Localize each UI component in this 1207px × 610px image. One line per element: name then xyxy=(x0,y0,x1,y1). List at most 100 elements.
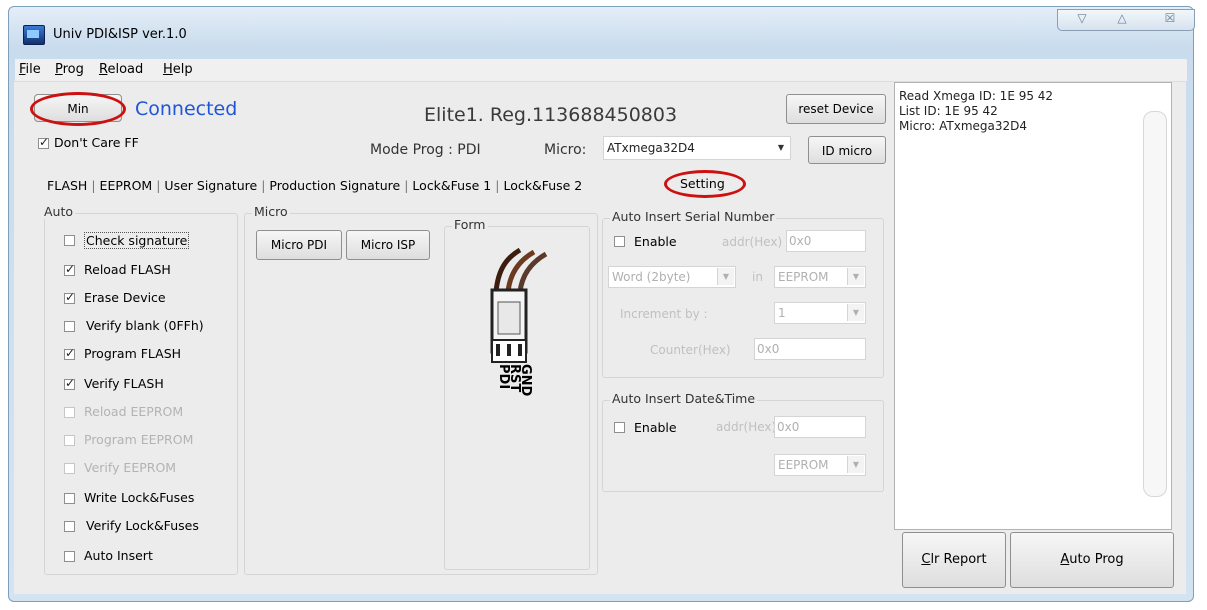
tab-strip: FLASH | EEPROM | User Signature | Production S… xyxy=(47,178,583,193)
auto-option-label: Erase Device xyxy=(84,290,166,305)
auto-option-checkbox xyxy=(64,435,75,446)
chevron-down-icon: ▼ xyxy=(847,456,864,473)
chevron-down-icon: ▼ xyxy=(773,138,789,158)
serial-memory-select[interactable]: EEPROM ▼ xyxy=(774,266,866,288)
counter-label: Counter(Hex) xyxy=(650,343,731,357)
increment-label: Increment by : xyxy=(620,307,708,321)
menu-file[interactable]: File xyxy=(19,62,41,77)
datetime-group xyxy=(602,400,884,492)
close-icon[interactable]: ☒ xyxy=(1150,11,1190,25)
serial-enable-checkbox[interactable] xyxy=(614,236,625,247)
micro-isp-button[interactable]: Micro ISP xyxy=(346,230,430,260)
menu-prog-key: P xyxy=(55,62,63,77)
serial-number-group-label: Auto Insert Serial Number xyxy=(610,209,777,224)
auto-option-checkbox xyxy=(64,407,75,418)
auto-option-checkbox[interactable] xyxy=(64,521,75,532)
auto-option-checkbox[interactable] xyxy=(64,551,75,562)
datetime-enable-label: Enable xyxy=(634,420,677,435)
counter-field[interactable]: 0x0 xyxy=(754,338,866,360)
tab-lock-fuse-2[interactable]: Lock&Fuse 2 xyxy=(503,178,582,193)
micro-select[interactable]: ATxmega32D4 ▼ xyxy=(603,136,791,160)
auto-option-checkbox[interactable] xyxy=(64,262,75,276)
id-micro-button[interactable]: ID micro xyxy=(808,136,886,164)
serial-in-label: in xyxy=(752,270,763,284)
word-size-select[interactable]: Word (2byte) ▼ xyxy=(608,266,736,288)
dont-care-ff-checkbox[interactable] xyxy=(38,135,49,149)
tab-production-signature[interactable]: Production Signature xyxy=(269,178,400,193)
menu-reload[interactable]: Reload xyxy=(99,62,143,77)
menu-bar: File Prog Reload Help xyxy=(15,59,1187,82)
menu-help-key: H xyxy=(163,62,173,77)
datetime-addr-field[interactable]: 0x0 xyxy=(774,416,866,438)
increment-value: 1 xyxy=(778,306,786,320)
auto-group-label: Auto xyxy=(42,204,76,219)
device-info: Elite1. Reg.113688450803 xyxy=(424,104,678,126)
auto-option-checkbox[interactable] xyxy=(64,321,75,332)
auto-option-checkbox[interactable] xyxy=(64,493,75,504)
auto-option-checkbox[interactable] xyxy=(64,235,75,246)
reset-device-button[interactable]: reset Device xyxy=(786,94,886,124)
auto-prog-label: uto Prog xyxy=(1069,552,1124,567)
dont-care-ff-label: Don't Care FF xyxy=(54,135,139,150)
auto-option-label: Write Lock&Fuses xyxy=(84,490,195,505)
serial-addr-field[interactable]: 0x0 xyxy=(786,230,866,252)
auto-option-label: Auto Insert xyxy=(84,548,153,563)
menu-help[interactable]: Help xyxy=(163,62,193,77)
tab-eeprom[interactable]: EEPROM xyxy=(100,178,153,193)
auto-option-label: Reload EEPROM xyxy=(84,404,184,419)
micro-group-label: Micro xyxy=(252,204,290,219)
serial-memory-value: EEPROM xyxy=(778,270,829,284)
auto-option-label: Program FLASH xyxy=(84,346,182,361)
datetime-enable-checkbox[interactable] xyxy=(614,422,625,433)
chevron-down-icon: ▼ xyxy=(717,268,734,285)
auto-option-checkbox[interactable] xyxy=(64,290,75,304)
serial-addr-label: addr(Hex) xyxy=(722,235,783,249)
auto-option-label: Verify blank (0FFh) xyxy=(86,318,204,333)
auto-option-checkbox[interactable] xyxy=(64,346,75,360)
caption-buttons: ▽ △ ☒ xyxy=(1057,9,1195,31)
tab-user-signature[interactable]: User Signature xyxy=(164,178,257,193)
auto-option-label: Verify Lock&Fuses xyxy=(86,518,199,533)
clear-report-label: lr Report xyxy=(930,552,987,567)
micro-label: Micro: xyxy=(544,142,587,158)
datetime-memory-value: EEPROM xyxy=(778,458,829,472)
serial-enable-label: Enable xyxy=(634,234,677,249)
auto-option-label: Verify EEPROM xyxy=(84,460,177,475)
auto-prog-key: A xyxy=(1060,552,1070,567)
auto-option-checkbox xyxy=(64,463,75,474)
chevron-down-icon: ▼ xyxy=(847,268,864,285)
form-group-label: Form xyxy=(452,217,488,232)
chevron-down-icon: ▼ xyxy=(847,304,864,321)
report-line: Read Xmega ID: 1E 95 42 xyxy=(899,89,1054,103)
auto-option-label: Program EEPROM xyxy=(84,432,194,447)
pin-label-gnd: GND xyxy=(518,364,533,397)
micro-pdi-button[interactable]: Micro PDI xyxy=(256,230,342,260)
datetime-group-label: Auto Insert Date&Time xyxy=(610,391,758,406)
report-scrollbar[interactable] xyxy=(1143,111,1167,497)
tab-lock-fuse-1[interactable]: Lock&Fuse 1 xyxy=(412,178,491,193)
menu-reload-label: eload xyxy=(107,62,144,77)
menu-help-label: elp xyxy=(172,62,193,77)
highlight-circle-setting xyxy=(664,170,746,198)
menu-prog[interactable]: Prog xyxy=(55,62,84,77)
app-icon xyxy=(23,25,45,45)
increment-select[interactable]: 1 ▼ xyxy=(774,302,866,324)
report-panel[interactable]: Read Xmega ID: 1E 95 42 List ID: 1E 95 4… xyxy=(894,82,1172,530)
auto-option-label: Verify FLASH xyxy=(84,376,164,391)
tab-flash[interactable]: FLASH xyxy=(47,178,87,193)
datetime-addr-label: addr(Hex) xyxy=(716,420,777,434)
highlight-circle-min xyxy=(30,92,126,126)
pdi-connector-diagram: PDI RST GND xyxy=(490,247,548,397)
auto-option-checkbox[interactable] xyxy=(64,376,75,390)
mode-prog: Mode Prog : PDI xyxy=(370,142,481,158)
title-bar[interactable]: Univ PDI&ISP ver.1.0 ▽ △ ☒ xyxy=(9,7,1195,59)
micro-select-value: ATxmega32D4 xyxy=(607,141,695,155)
minimize-icon[interactable]: ▽ xyxy=(1062,11,1102,25)
maximize-icon[interactable]: △ xyxy=(1102,11,1142,25)
auto-prog-button[interactable]: Auto Prog xyxy=(1010,532,1174,588)
menu-prog-label: rog xyxy=(62,62,84,77)
clear-report-button[interactable]: Clr Report xyxy=(902,532,1006,588)
datetime-memory-select[interactable]: EEPROM ▼ xyxy=(774,454,866,476)
auto-option-label: Check signature xyxy=(84,232,190,249)
report-line: List ID: 1E 95 42 xyxy=(899,104,998,118)
